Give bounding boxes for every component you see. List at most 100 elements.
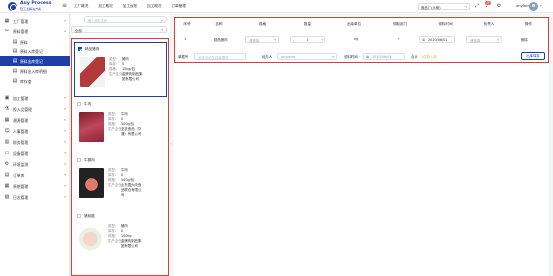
settings-icon[interactable]: ⚙ (496, 3, 502, 9)
table-header: 序号 名称 规格 数量 出库单位 领取部门 领料时间 负责人 操作 (176, 22, 548, 31)
product-origin: 山东国大肉食品联合有限公司 (121, 183, 142, 197)
sidebar-item-label: 原料出库登记 (20, 59, 43, 64)
header-cell: 数量 (303, 22, 312, 26)
sidebar-item[interactable]: ▧ 日志管理 ▾ (0, 192, 70, 202)
product-card[interactable]: 牛肉类型: 牛肉 库存: 0 规格: 500g/包 生产企业: 亚农食品（华通）有限公司 (74, 98, 167, 153)
topnav-item[interactable]: 订单管理 (172, 4, 186, 9)
search-icon[interactable]: ⌕ (161, 18, 163, 23)
search-placeholder: 输入原料名称 (88, 19, 108, 23)
table-row: 1 精品猪肉 请选择 ▾ - 1 + kg ▾ ▣ 2020/06/01 请选择… (176, 34, 548, 44)
chevron-down-icon: ▾ (497, 37, 499, 42)
owner-select[interactable]: 请选择 ▾ (466, 35, 502, 43)
product-info: 类型: 牛肉 库存: 0 规格: 500g/包 生产企业: 山东国大肉食品联合有限公司 (108, 168, 144, 198)
save-button[interactable]: 出库保存 (521, 52, 545, 60)
sidebar-item-label: 订单库 (13, 173, 25, 178)
topnav-item[interactable]: 加工概况 (147, 4, 161, 9)
product-card-list: 精品猪肉 类型: 猪肉 库存: 0 规格: 10kg/包 生产企业: 金牌肉制品集团有限公司 牛肉… (71, 38, 169, 276)
row-index: 1 (184, 37, 187, 41)
document-icon: ▤ (4, 172, 10, 178)
chevron-down-icon[interactable]: ▾ (398, 37, 400, 41)
fullscreen-icon[interactable]: ⤢ (474, 3, 480, 9)
product-name: 牛肉 (84, 102, 92, 106)
product-checkbox[interactable] (77, 158, 81, 162)
chevron-down-icon[interactable]: ▾ (540, 4, 542, 8)
sidebar-item[interactable]: ✂ 原料管理 ▴ (0, 26, 70, 36)
sidebar-item[interactable]: ▤ 原料出入库明细 (0, 66, 70, 76)
factory-icon: ▦ (4, 18, 10, 24)
category-select[interactable]: 全部 ▾ (71, 26, 167, 33)
product-info: 类型: 猪肉 库存: 0 规格: 10kg/包 生产企业: 金牌肉制品集团有限公司 (109, 57, 145, 82)
product-checkbox[interactable] (78, 47, 82, 51)
quantity-stepper[interactable]: - 1 + (290, 35, 325, 43)
search-input[interactable]: 输入原料名称 ⌕ (84, 16, 167, 23)
chevron-down-icon: ▾ (465, 5, 467, 9)
product-image (80, 57, 105, 87)
header-cell: 负责人 (483, 22, 495, 26)
product-name: 猪前腿 (84, 214, 95, 218)
sidebar-item[interactable]: ▦ 工厂管理 ▾ (0, 16, 70, 26)
note-input[interactable]: 系统自动生成单据号 (194, 52, 246, 60)
sidebar-item-label: 库存查 (20, 79, 32, 84)
chevron-icon: ▾ (64, 151, 66, 155)
chevron-down-icon: ▾ (332, 54, 334, 59)
chevron-icon: ▾ (64, 19, 66, 23)
product-info: 类型: 猪肉 库存: 0 规格: 100kg 生产企业: 金牌肉制品集团有限公司 (108, 224, 144, 249)
org-select[interactable]: 食品厂(示例) ▾ (418, 3, 470, 10)
sidebar-item-label: 环境监测 (13, 162, 29, 167)
topnav-item[interactable]: 工厂概况 (74, 4, 88, 9)
avatar[interactable] (529, 2, 538, 11)
product-image (79, 224, 104, 254)
origin-label: 生产企业: (108, 239, 123, 243)
chevron-icon: ▾ (64, 107, 66, 111)
origin-label: 生产企业: (109, 72, 124, 76)
sidebar-item[interactable]: ▦ 系统管理 ▾ (0, 181, 70, 191)
date-picker[interactable]: ▣ 2020/06/01 (419, 35, 455, 43)
header-cell: 领料时间 (438, 22, 453, 26)
document-icon: ▤ (12, 78, 18, 84)
product-card[interactable]: 猪前腿类型: 猪肉 库存: 0 规格: 100kg 生产企业: 金牌肉制品集团有限公司 (74, 210, 167, 265)
minus-button[interactable]: - (293, 38, 294, 42)
grid-icon: ▦ (4, 117, 10, 123)
sidebar-item[interactable]: ⚙ 环境监测 ▾ (0, 159, 70, 169)
sidebar-item[interactable]: ☺ 人事管理 ▾ (0, 126, 70, 136)
org-select-value: 食品厂(示例) (421, 6, 441, 10)
sidebar-item[interactable]: ▦ 溯源管理 ▾ (0, 115, 70, 125)
delete-link[interactable]: 删除 (521, 37, 528, 42)
sidebar: ▦ 工厂管理 ▾ ✂ 原料管理 ▴ ▤ 原料 ▤ 原料入库登记 ▤ 原料出库登记 ▤ 原料出入库明细 ▤ 库存… (0, 13, 70, 276)
product-checkbox[interactable] (77, 214, 81, 218)
sidebar-item-label: 原料入库登记 (20, 49, 43, 54)
calendar-icon: ▣ (422, 37, 426, 42)
app-logo[interactable]: Any Process 轻工业解决方案 (8, 1, 52, 12)
sidebar-item[interactable]: ▥ 财务管理 ▾ (0, 137, 70, 147)
sidebar-item[interactable]: ▤ 订单库 ▾ (0, 170, 70, 180)
collapse-arrow-icon[interactable]: ‹ (170, 141, 172, 146)
spec-select[interactable]: 请选择 ▾ (245, 35, 279, 43)
topnav-item[interactable]: 加工台账 (123, 4, 137, 9)
sidebar-item-label: 人事管理 (13, 129, 29, 134)
chevron-icon: ▴ (64, 29, 66, 33)
time-label: 领料时间 (344, 55, 358, 59)
handler-select[interactable]: anyfarm ▾ (277, 52, 337, 60)
plus-button[interactable]: + (321, 38, 324, 42)
sidebar-item[interactable]: ▤ 库存查 (0, 76, 70, 86)
sidebar-item[interactable]: ▤ 原料出库登记 (0, 56, 70, 66)
topnav-item[interactable]: 加工概况 (98, 4, 112, 9)
product-card[interactable]: 牛腿肉类型: 牛肉 库存: 0 规格: 500g/包 生产企业: 山东国大肉食品联合有限公司 (74, 154, 167, 209)
time-picker[interactable]: ▣ 2020/06/01 (363, 52, 405, 60)
time-value: 2020/06/01 (372, 54, 392, 59)
menu-toggle-icon[interactable]: ≡ (62, 3, 67, 9)
sidebar-item[interactable]: ▣ 加工管理 ▾ (0, 93, 70, 103)
product-card[interactable]: 精品猪肉 类型: 猪肉 库存: 0 规格: 10kg/包 生产企业: 金牌肉制品集团有限公司 (74, 42, 167, 97)
product-name: 牛腿肉 (84, 158, 95, 162)
product-info: 类型: 牛肉 库存: 0 规格: 500g/包 生产企业: 亚农食品（华通）有限公司 (108, 112, 144, 137)
origin-label: 生产企业: (108, 127, 123, 131)
sidebar-item[interactable]: ▤ 原料入库登记 (0, 46, 70, 56)
product-checkbox[interactable] (77, 102, 81, 106)
product-image (79, 112, 104, 142)
logo-subtitle: 轻工业解决方案 (20, 7, 42, 11)
sidebar-item[interactable]: ⚗ 投入品管理 ▾ (0, 104, 70, 114)
sidebar-item[interactable]: ▭ 设备管理 ▾ (0, 148, 70, 158)
sidebar-item-label: 系统管理 (13, 184, 29, 189)
logo-title: Any Process (20, 1, 52, 6)
total-amount: 1件投入品 (421, 55, 437, 59)
